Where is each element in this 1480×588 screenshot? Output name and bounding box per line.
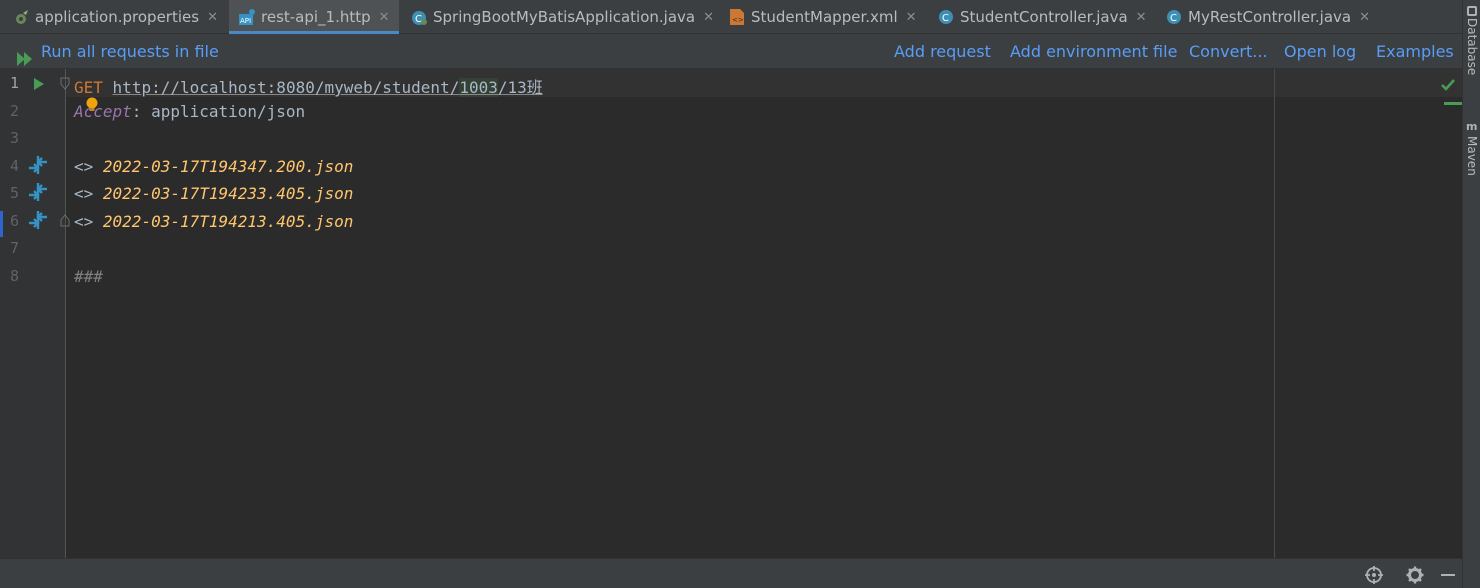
- java-class-icon: C: [1165, 8, 1183, 26]
- tab-rest-api-http[interactable]: API rest-api_1.http ✕: [229, 0, 399, 34]
- header-name: Accept: [74, 102, 132, 121]
- compare-responses-icon[interactable]: [27, 210, 49, 234]
- right-margin-guide: [1274, 69, 1275, 558]
- response-prefix: <>: [74, 157, 103, 176]
- code-line-request: GET http://localhost:8080/myweb/student/…: [74, 74, 543, 98]
- line-number: 1: [10, 74, 20, 92]
- svg-text:C: C: [942, 13, 949, 24]
- header-value: application/json: [151, 102, 306, 121]
- code-line-response: <> 2022-03-17T194213.405.json: [74, 212, 353, 231]
- line-number: 2: [10, 102, 20, 120]
- run-all-icon: [16, 44, 36, 66]
- response-file-link[interactable]: 2022-03-17T194213.405.json: [103, 212, 353, 231]
- tab-label: application.properties: [35, 8, 200, 26]
- close-icon[interactable]: ✕: [1136, 10, 1147, 25]
- maven-icon: m: [1466, 120, 1478, 133]
- response-file-link[interactable]: 2022-03-17T194233.405.json: [103, 184, 353, 203]
- open-log-link[interactable]: Open log: [1284, 34, 1356, 69]
- maven-tool-button[interactable]: Maven: [1465, 136, 1479, 176]
- tab-label: StudentMapper.xml: [751, 8, 898, 26]
- svg-text:API: API: [240, 17, 251, 25]
- xml-file-icon: <>: [728, 8, 746, 26]
- code-line-response: <> 2022-03-17T194233.405.json: [74, 184, 353, 203]
- database-icon: [1467, 6, 1477, 16]
- line-number: 8: [10, 267, 20, 285]
- status-bar: [0, 558, 1462, 588]
- http-method: GET: [74, 78, 103, 97]
- run-request-icon[interactable]: [33, 76, 45, 95]
- compare-responses-icon[interactable]: [27, 155, 49, 179]
- svg-text:C: C: [415, 14, 422, 25]
- tab-application-properties[interactable]: application.properties ✕: [12, 0, 218, 34]
- tab-springboot-application[interactable]: C SpringBootMyBatisApplication.java ✕: [410, 0, 714, 34]
- code-line-response: <> 2022-03-17T194347.200.json: [74, 157, 353, 176]
- close-icon[interactable]: ✕: [703, 10, 714, 25]
- fold-end-marker-icon[interactable]: [60, 212, 70, 231]
- caret-line-marker: [0, 211, 3, 237]
- close-icon[interactable]: ✕: [906, 10, 917, 25]
- minimize-icon[interactable]: [1441, 574, 1455, 576]
- request-url-suffix[interactable]: /13班: [498, 78, 543, 97]
- api-file-icon: API: [238, 8, 256, 26]
- fold-marker-icon[interactable]: [60, 76, 70, 95]
- no-problems-check-icon[interactable]: [1440, 77, 1456, 96]
- scrollbar-marker: [1444, 102, 1462, 105]
- right-tool-strip: Database m Maven: [1462, 0, 1480, 588]
- database-tool-button[interactable]: Database: [1465, 18, 1479, 75]
- code-editor[interactable]: 1 2 3 4 5 6 7 8 GET http://localhost:808…: [0, 69, 1462, 558]
- run-all-requests-button[interactable]: Run all requests in file: [16, 34, 219, 69]
- tab-my-rest-controller[interactable]: C MyRestController.java ✕: [1165, 0, 1370, 34]
- add-request-link[interactable]: Add request: [894, 34, 991, 69]
- compare-responses-icon[interactable]: [27, 182, 49, 206]
- gear-icon[interactable]: [1406, 566, 1424, 588]
- run-all-label: Run all requests in file: [41, 42, 219, 61]
- spring-properties-icon: [12, 8, 30, 26]
- examples-link[interactable]: Examples: [1376, 34, 1454, 69]
- code-line-header: Accept: application/json: [74, 102, 305, 121]
- editor-gutter: 1 2 3 4 5 6 7 8: [0, 69, 70, 558]
- close-icon[interactable]: ✕: [379, 10, 390, 25]
- editor-tab-bar: application.properties ✕ API rest-api_1.…: [0, 0, 1462, 34]
- add-environment-file-link[interactable]: Add environment file: [1010, 34, 1177, 69]
- close-icon[interactable]: ✕: [1359, 10, 1370, 25]
- response-file-link[interactable]: 2022-03-17T194347.200.json: [103, 157, 353, 176]
- line-number: 3: [10, 129, 20, 147]
- request-url-highlight[interactable]: 1003: [459, 78, 498, 97]
- tab-label: rest-api_1.http: [261, 8, 371, 26]
- response-prefix: <>: [74, 212, 103, 231]
- svg-text:C: C: [1170, 13, 1177, 24]
- convert-link[interactable]: Convert...: [1189, 34, 1268, 69]
- response-prefix: <>: [74, 184, 103, 203]
- tab-label: StudentController.java: [960, 8, 1128, 26]
- spring-boot-class-icon: C: [410, 8, 428, 26]
- tab-student-controller[interactable]: C StudentController.java ✕: [937, 0, 1147, 34]
- http-client-toolbar: Run all requests in file Add request Add…: [0, 34, 1462, 69]
- tab-label: SpringBootMyBatisApplication.java: [433, 8, 696, 26]
- svg-text:<>: <>: [732, 16, 744, 24]
- close-icon[interactable]: ✕: [207, 10, 218, 25]
- header-separator: :: [131, 102, 152, 121]
- java-class-icon: C: [937, 8, 955, 26]
- line-number: 7: [10, 239, 20, 257]
- request-url-prefix[interactable]: http://localhost:8080/myweb/student/: [113, 78, 460, 97]
- request-separator: ###: [74, 267, 103, 286]
- tab-label: MyRestController.java: [1188, 8, 1352, 26]
- target-icon[interactable]: [1365, 566, 1383, 588]
- tab-student-mapper-xml[interactable]: <> StudentMapper.xml ✕: [728, 0, 917, 34]
